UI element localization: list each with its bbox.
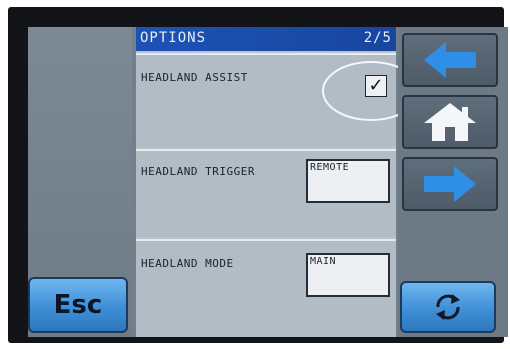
left-column: Esc — [28, 27, 132, 337]
home-icon — [424, 103, 476, 141]
esc-button[interactable]: Esc — [28, 277, 128, 333]
arrow-left-icon — [424, 42, 476, 78]
home-button[interactable] — [402, 95, 498, 149]
title-bar: OPTIONS 2/5 — [136, 27, 396, 51]
option-label: HEADLAND MODE — [141, 257, 234, 270]
page-indicator: 2/5 — [363, 30, 392, 46]
refresh-button[interactable] — [400, 281, 496, 333]
display-screen: Esc OPTIONS 2/5 HEADLAND ASSIST ✓ HEADLA… — [28, 27, 508, 337]
page-title: OPTIONS — [140, 30, 207, 46]
option-label: HEADLAND TRIGGER — [141, 165, 255, 178]
headland-mode-field[interactable]: MAIN — [306, 253, 390, 297]
back-button[interactable] — [402, 33, 498, 87]
option-label: HEADLAND ASSIST — [141, 71, 248, 84]
option-row-headland-mode: HEADLAND MODE MAIN — [136, 239, 396, 337]
right-column — [398, 27, 508, 337]
next-button[interactable] — [402, 157, 498, 211]
refresh-icon — [436, 294, 460, 320]
arrow-right-icon — [424, 166, 476, 202]
headland-trigger-field[interactable]: REMOTE — [306, 159, 390, 203]
option-row-headland-trigger: HEADLAND TRIGGER REMOTE — [136, 149, 396, 237]
